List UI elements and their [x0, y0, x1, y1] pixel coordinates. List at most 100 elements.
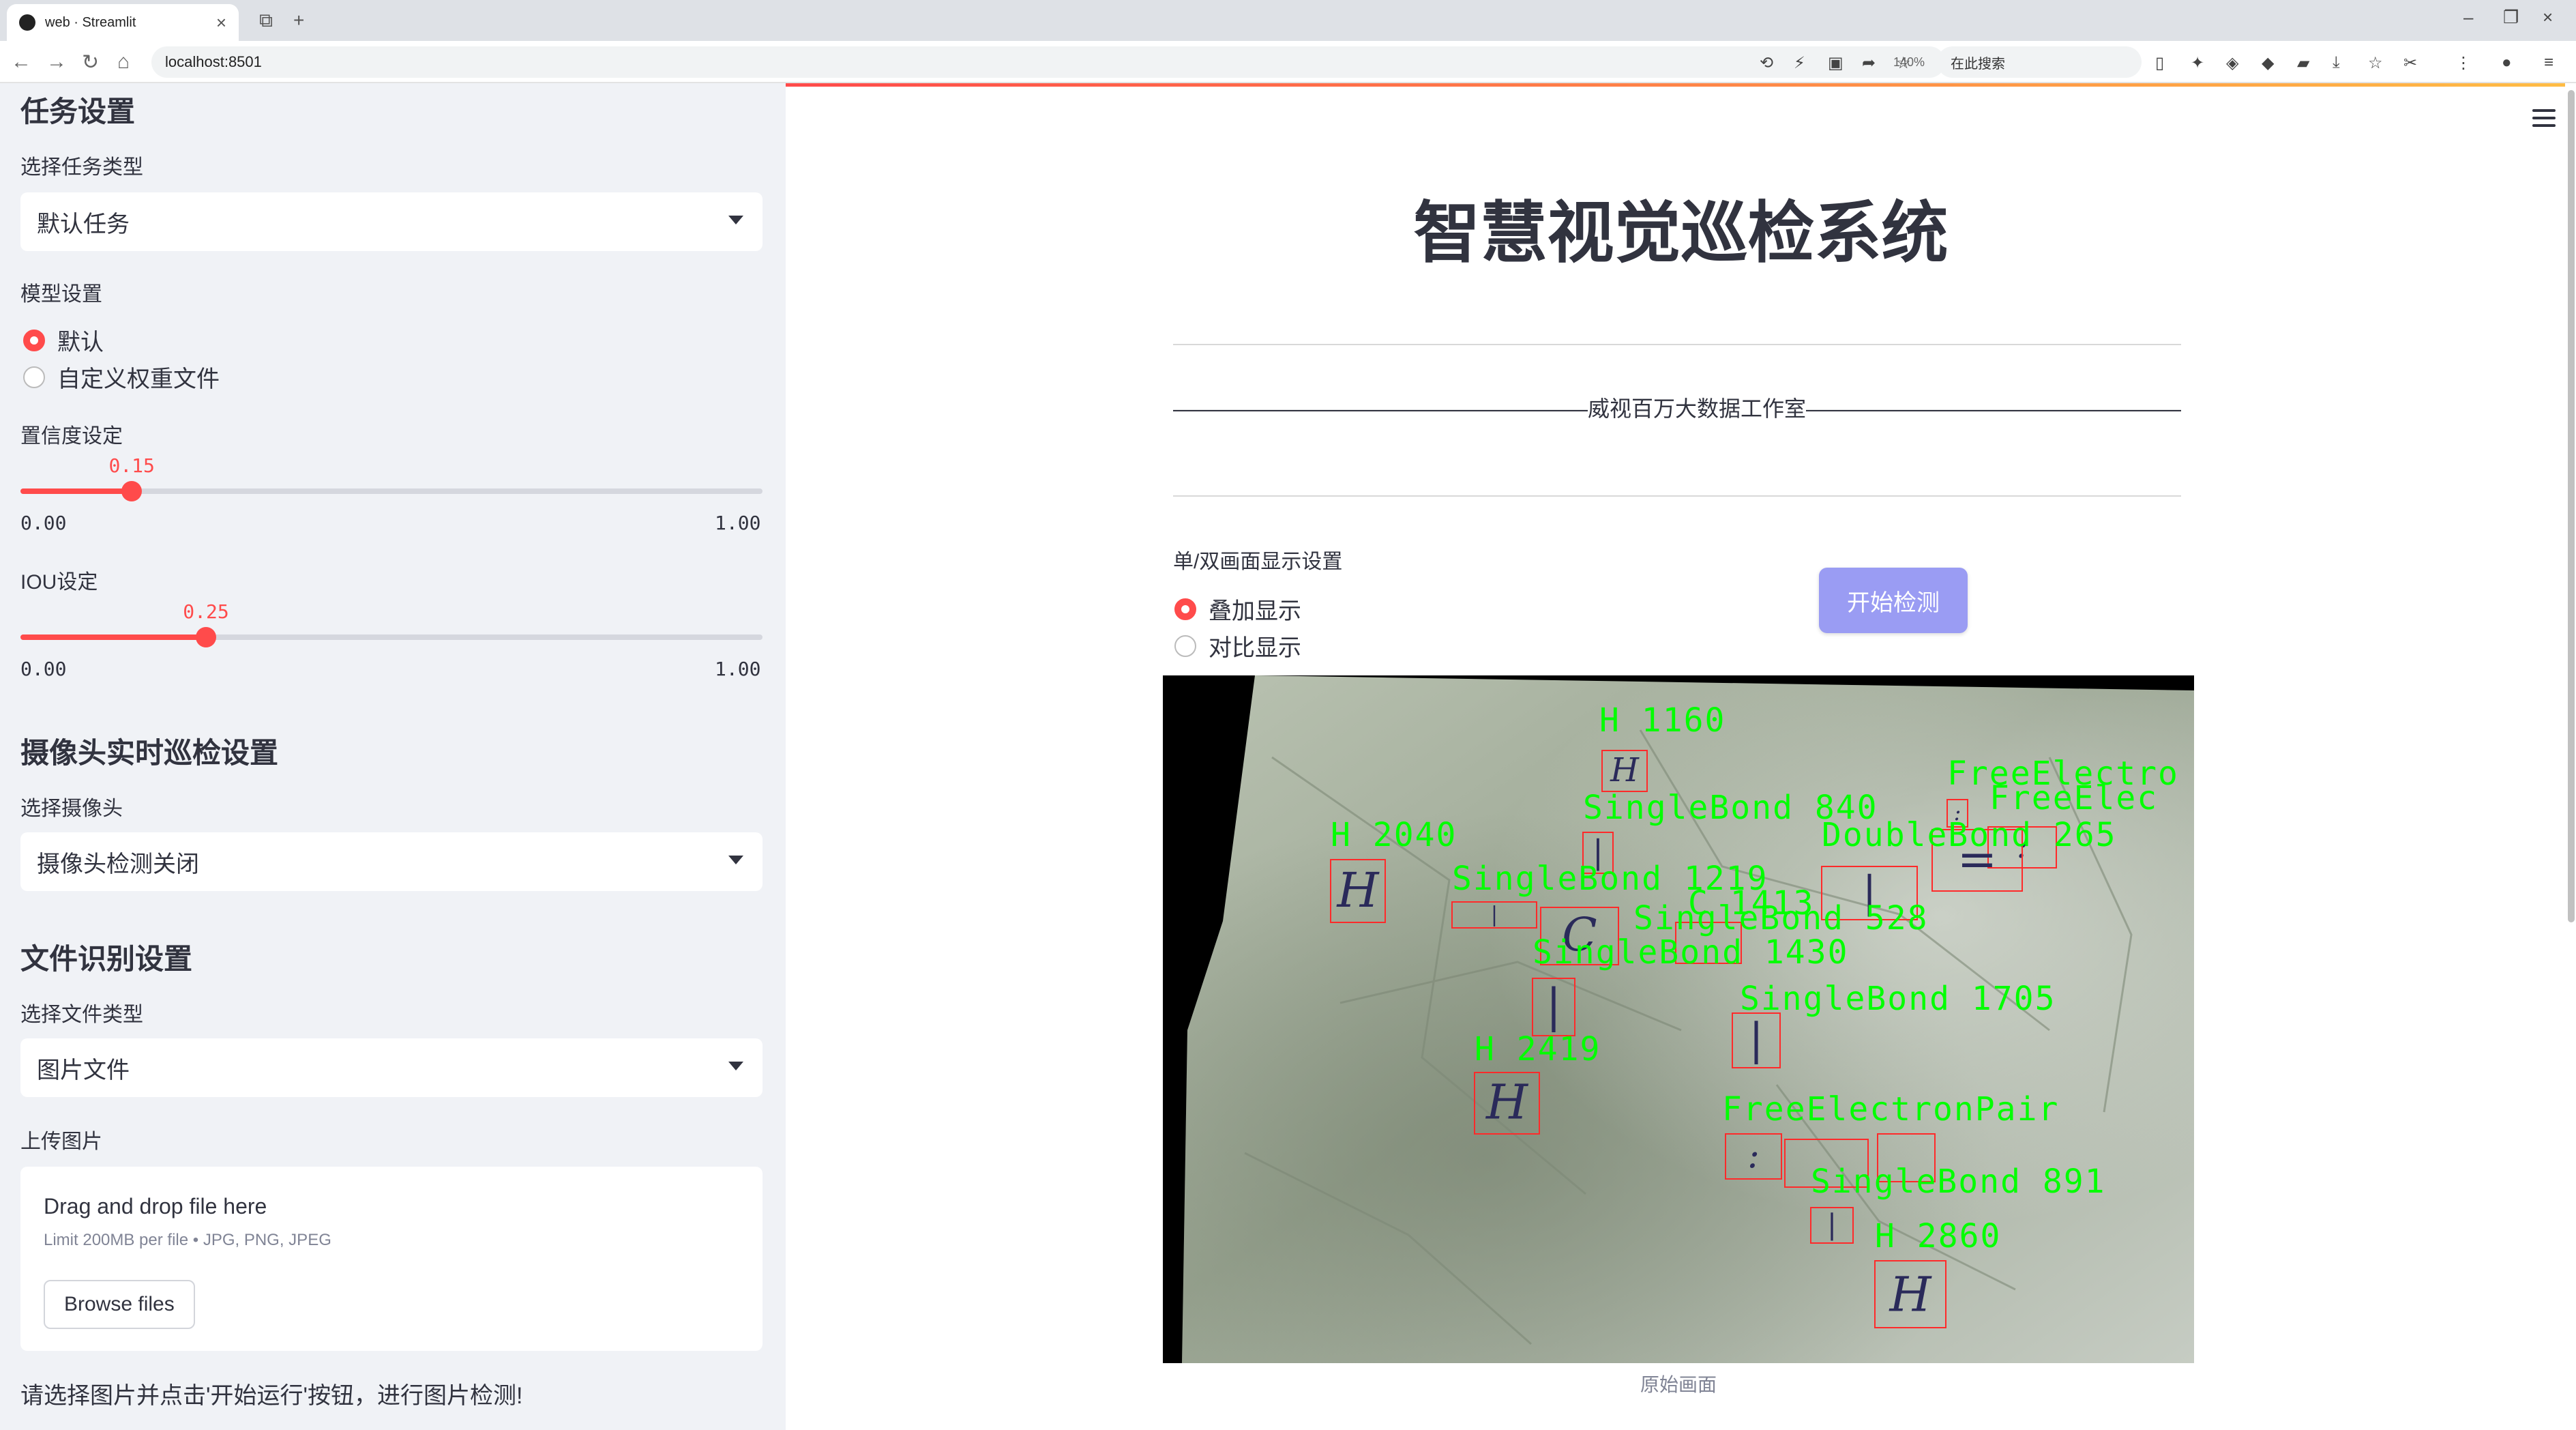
- upload-limit-text: Limit 200MB per file • JPG, PNG, JPEG: [44, 1231, 331, 1249]
- divider: [1173, 344, 2181, 345]
- close-tab-icon[interactable]: ×: [216, 12, 226, 33]
- iou-min: 0.00: [20, 658, 67, 680]
- streamlit-favicon-icon: [19, 14, 35, 31]
- extension-4-icon[interactable]: ▰: [2297, 53, 2309, 73]
- chevron-down-icon: [728, 856, 743, 864]
- handwritten-symbol: H: [1485, 1075, 1529, 1130]
- confidence-slider[interactable]: [20, 481, 763, 501]
- iou-value: 0.25: [183, 600, 229, 623]
- iou-slider-handle[interactable]: [196, 627, 216, 647]
- lightning-icon[interactable]: ⚡: [1794, 53, 1805, 73]
- image-caption: 原始画面: [1640, 1374, 1717, 1395]
- browser-tab[interactable]: web · Streamlit ×: [7, 4, 239, 41]
- display-option-label: 对比显示: [1209, 635, 1301, 661]
- detection-label: SingleBond 1705: [1740, 980, 2056, 1018]
- browser-search-box[interactable]: 在此搜索: [1937, 46, 2142, 78]
- reader-icon[interactable]: ▯: [2155, 53, 2164, 73]
- divider: [1173, 495, 2181, 497]
- sidebar: 任务设置 选择任务类型 默认任务 模型设置 默认 自定义权重文件 置信度设定 0…: [0, 83, 786, 1430]
- confidence-label: 置信度设定: [20, 425, 123, 448]
- display-mode-label: 单/双画面显示设置: [1173, 551, 1343, 573]
- detection-label: H 2040: [1331, 816, 1457, 854]
- chevron-down-icon: [728, 216, 743, 224]
- profile-avatar-icon[interactable]: ●: [2502, 53, 2512, 72]
- extension-3-icon[interactable]: ◆: [2262, 53, 2274, 73]
- detection-label: DoubleBond 265: [1822, 816, 2117, 854]
- task-type-select[interactable]: 默认任务: [20, 192, 763, 251]
- detection-label: FreeElec: [1989, 779, 2158, 817]
- window-close-icon[interactable]: ×: [2543, 7, 2553, 28]
- radio-selected-icon[interactable]: [1174, 598, 1196, 620]
- screenshot-icon[interactable]: ▣: [1828, 53, 1844, 73]
- model-option-custom[interactable]: 自定义权重文件: [23, 360, 220, 394]
- detection-label: SingleBond 1430: [1533, 933, 1848, 972]
- app-menu-icon[interactable]: [2532, 109, 2556, 127]
- reload-icon[interactable]: ↻: [82, 50, 99, 74]
- iou-slider-fill: [20, 634, 206, 640]
- model-option-default[interactable]: 默认: [23, 323, 104, 357]
- share-icon[interactable]: ➦: [1862, 53, 1876, 73]
- confidence-slider-fill: [20, 488, 132, 494]
- handwritten-symbol: |: [1827, 1208, 1837, 1241]
- browser-tabbar: web · Streamlit × ⧉ + – ❐ ×: [0, 0, 2576, 41]
- radio-selected-icon[interactable]: [23, 329, 45, 351]
- minimize-icon[interactable]: –: [2463, 7, 2473, 28]
- camera-label: 选择摄像头: [20, 798, 123, 820]
- back-icon[interactable]: ←: [11, 50, 31, 74]
- url-text: localhost:8501: [165, 53, 262, 70]
- upload-instruction-text: 请选择图片并点击'开始运行'按钮，进行图片检测!: [20, 1383, 523, 1409]
- browser-menu-icon[interactable]: ≡: [2544, 53, 2553, 72]
- cut-icon[interactable]: ✂: [2403, 53, 2417, 73]
- detection-label: H 2860: [1875, 1217, 2001, 1255]
- iou-max: 1.00: [715, 658, 761, 680]
- display-option-overlay[interactable]: 叠加显示: [1174, 592, 1301, 626]
- tab-search-icon[interactable]: ⧉: [259, 10, 273, 32]
- handwritten-symbol: H: [1610, 751, 1640, 789]
- chevron-down-icon: [728, 1062, 743, 1070]
- iou-slider[interactable]: [20, 627, 763, 647]
- camera-select[interactable]: 摄像头检测关闭: [20, 832, 763, 891]
- confidence-min: 0.00: [20, 512, 67, 534]
- download-icon[interactable]: ⤓: [2333, 53, 2340, 72]
- favorite-icon[interactable]: ☆: [1896, 53, 1911, 73]
- file-type-select[interactable]: 图片文件: [20, 1038, 763, 1097]
- model-settings-label: 模型设置: [20, 283, 102, 306]
- scrollbar-thumb[interactable]: [2568, 90, 2575, 922]
- header-decoration: [786, 83, 2576, 87]
- new-tab-icon[interactable]: +: [293, 10, 304, 31]
- radio-unselected-icon[interactable]: [23, 366, 45, 388]
- file-type-label: 选择文件类型: [20, 1004, 143, 1026]
- bookmarks-icon[interactable]: ☆: [2368, 53, 2383, 73]
- translate-icon[interactable]: ⟲: [1760, 53, 1773, 73]
- handwritten-symbol: |: [1749, 1015, 1764, 1065]
- detection-label: SingleBond 528: [1633, 899, 1929, 937]
- main-content: 智慧视觉巡检系统 ———————————————————威视百万大数据工作室——…: [786, 83, 2576, 1430]
- more-menu-icon[interactable]: ⋮: [2455, 53, 2472, 73]
- radio-unselected-icon[interactable]: [1174, 634, 1196, 657]
- restore-icon[interactable]: ❐: [2503, 7, 2519, 28]
- handwritten-symbol: :: [1747, 1135, 1760, 1177]
- task-type-label: 选择任务类型: [20, 156, 143, 179]
- confidence-max: 1.00: [715, 512, 761, 534]
- handwritten-symbol: H: [1888, 1267, 1932, 1323]
- home-icon[interactable]: ⌂: [117, 50, 130, 74]
- page-scrollbar[interactable]: [2565, 83, 2576, 1430]
- camera-settings-heading: 摄像头实时巡检设置: [20, 737, 279, 769]
- display-option-compare[interactable]: 对比显示: [1174, 629, 1301, 662]
- task-type-value: 默认任务: [37, 211, 130, 237]
- confidence-value: 0.15: [108, 454, 155, 477]
- file-type-value: 图片文件: [37, 1057, 130, 1083]
- extension-icon[interactable]: ✦: [2191, 53, 2204, 73]
- detection-label: H 2419: [1475, 1030, 1601, 1068]
- file-uploader-dropzone[interactable]: Drag and drop file here Limit 200MB per …: [20, 1167, 763, 1351]
- detection-label: SingleBond 891: [1811, 1163, 2106, 1201]
- browse-files-button[interactable]: Browse files: [44, 1280, 195, 1329]
- handwritten-symbol: H: [1335, 862, 1380, 918]
- address-bar[interactable]: localhost:8501 140%: [151, 46, 1945, 78]
- start-detection-button[interactable]: 开始检测: [1819, 568, 1968, 633]
- confidence-slider-handle[interactable]: [121, 481, 143, 501]
- forward-icon[interactable]: →: [46, 50, 67, 74]
- upload-drag-text: Drag and drop file here: [44, 1194, 267, 1219]
- tab-title: web · Streamlit: [45, 14, 136, 30]
- extension-2-icon[interactable]: ◈: [2226, 53, 2238, 73]
